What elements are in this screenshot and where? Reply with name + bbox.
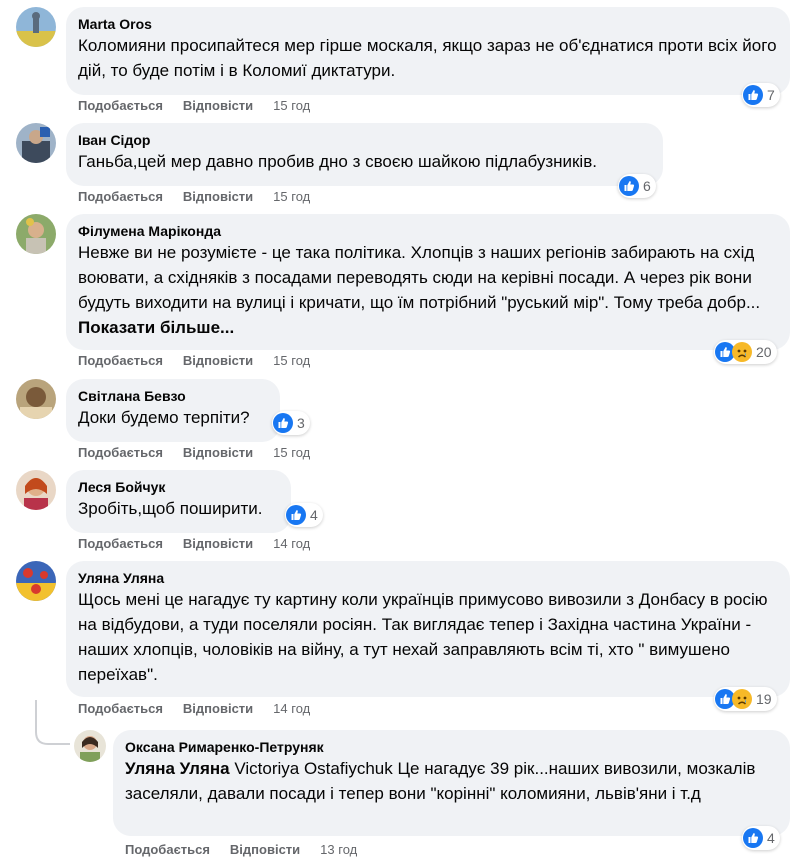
like-icon: [619, 176, 639, 196]
reply-button[interactable]: Відповісти: [183, 445, 253, 461]
reply-button[interactable]: Відповісти: [183, 189, 253, 205]
comment-text: Невже ви не розумієте - це така політика…: [78, 240, 778, 340]
reaction-summary[interactable]: 19: [714, 687, 777, 711]
reaction-count: 19: [756, 691, 772, 707]
comment-timestamp[interactable]: 15 год: [273, 189, 310, 205]
comment-actions: Подобається Відповісти 15 год: [78, 98, 310, 114]
reaction-summary[interactable]: 7: [742, 83, 780, 107]
avatar[interactable]: [16, 123, 56, 163]
sad-icon: [732, 689, 752, 709]
reaction-count: 7: [767, 87, 775, 103]
tagged-user-link[interactable]: Уляна Уляна: [125, 759, 230, 778]
comment-timestamp[interactable]: 13 год: [320, 842, 357, 858]
reaction-count: 3: [297, 415, 305, 431]
like-icon: [286, 505, 306, 525]
comment-text: Щось мені це нагадує ту картину коли укр…: [78, 590, 768, 684]
comment-timestamp[interactable]: 14 год: [273, 701, 310, 717]
comment-text: Ганьба,цей мер давно пробив дно з своєю …: [78, 152, 597, 171]
reaction-summary[interactable]: 4: [742, 826, 780, 850]
reaction-count: 20: [756, 344, 772, 360]
comment-bubble: Філумена Маріконда Невже ви не розумієте…: [66, 214, 790, 350]
comment-bubble: Уляна Уляна Щось мені це нагадує ту карт…: [66, 561, 790, 697]
reaction-summary[interactable]: 3: [272, 411, 310, 435]
comment-bubble: Оксана Римаренко-Петруняк Уляна Уляна Vi…: [113, 730, 790, 836]
comment-actions: Подобається Відповісти 15 год: [78, 353, 310, 369]
reply-thread-line: [35, 700, 70, 745]
reaction-summary[interactable]: 6: [618, 174, 656, 198]
comment-actions: Подобається Відповісти 14 год: [78, 536, 310, 552]
avatar[interactable]: [16, 561, 56, 601]
like-icon: [743, 85, 763, 105]
reaction-count: 4: [310, 507, 318, 523]
avatar[interactable]: [74, 730, 106, 762]
comment-author[interactable]: Оксана Римаренко-Петруняк: [125, 738, 778, 756]
comment-actions: Подобається Відповісти 14 год: [78, 701, 310, 717]
like-button[interactable]: Подобається: [78, 701, 163, 717]
reaction-summary[interactable]: 20: [714, 340, 777, 364]
comment-bubble: Marta Oros Коломияни просипайтеся мер гі…: [66, 7, 790, 95]
comment-author[interactable]: Світлана Бевзо: [78, 387, 268, 405]
comment-text: Коломияни просипайтеся мер гірше москаля…: [78, 36, 777, 80]
reaction-summary[interactable]: 4: [285, 503, 323, 527]
reaction-count: 4: [767, 830, 775, 846]
comment-bubble: Світлана Бевзо Доки будемо терпіти?: [66, 379, 280, 442]
like-button[interactable]: Подобається: [78, 445, 163, 461]
comment-author[interactable]: Уляна Уляна: [78, 569, 778, 587]
avatar[interactable]: [16, 470, 56, 510]
comment-timestamp[interactable]: 15 год: [273, 353, 310, 369]
comment-text: Зробіть,щоб поширити.: [78, 499, 263, 518]
comment-bubble: Іван Сідор Ганьба,цей мер давно пробив д…: [66, 123, 663, 186]
see-more-link[interactable]: Показати більше...: [78, 318, 234, 337]
comment-timestamp[interactable]: 14 год: [273, 536, 310, 552]
like-button[interactable]: Подобається: [78, 98, 163, 114]
reply-button[interactable]: Відповісти: [230, 842, 300, 858]
like-button[interactable]: Подобається: [125, 842, 210, 858]
reply-button[interactable]: Відповісти: [183, 353, 253, 369]
comment-timestamp[interactable]: 15 год: [273, 445, 310, 461]
avatar[interactable]: [16, 379, 56, 419]
avatar[interactable]: [16, 214, 56, 254]
like-button[interactable]: Подобається: [78, 353, 163, 369]
comment-actions: Подобається Відповісти 15 год: [78, 445, 310, 461]
comment-actions: Подобається Відповісти 13 год: [125, 842, 357, 858]
comment-text: Доки будемо терпіти?: [78, 408, 250, 427]
like-icon: [743, 828, 763, 848]
comment-author[interactable]: Філумена Маріконда: [78, 222, 778, 240]
comment-author[interactable]: Marta Oros: [78, 15, 778, 33]
comment-text-body: Невже ви не розумієте - це така політика…: [78, 243, 761, 312]
reply-button[interactable]: Відповісти: [183, 701, 253, 717]
comment-author[interactable]: Іван Сідор: [78, 131, 651, 149]
comment-timestamp[interactable]: 15 год: [273, 98, 310, 114]
like-button[interactable]: Подобається: [78, 536, 163, 552]
sad-icon: [732, 342, 752, 362]
avatar[interactable]: [16, 7, 56, 47]
reply-button[interactable]: Відповісти: [183, 536, 253, 552]
like-button[interactable]: Подобається: [78, 189, 163, 205]
comment-actions: Подобається Відповісти 15 год: [78, 189, 310, 205]
reaction-count: 6: [643, 178, 651, 194]
comment-bubble: Леся Бойчук Зробіть,щоб поширити.: [66, 470, 291, 533]
like-icon: [273, 413, 293, 433]
comment-author[interactable]: Леся Бойчук: [78, 478, 279, 496]
comment-text: Уляна Уляна Victoriya Ostafiychuk Це наг…: [125, 756, 778, 806]
reply-button[interactable]: Відповісти: [183, 98, 253, 114]
